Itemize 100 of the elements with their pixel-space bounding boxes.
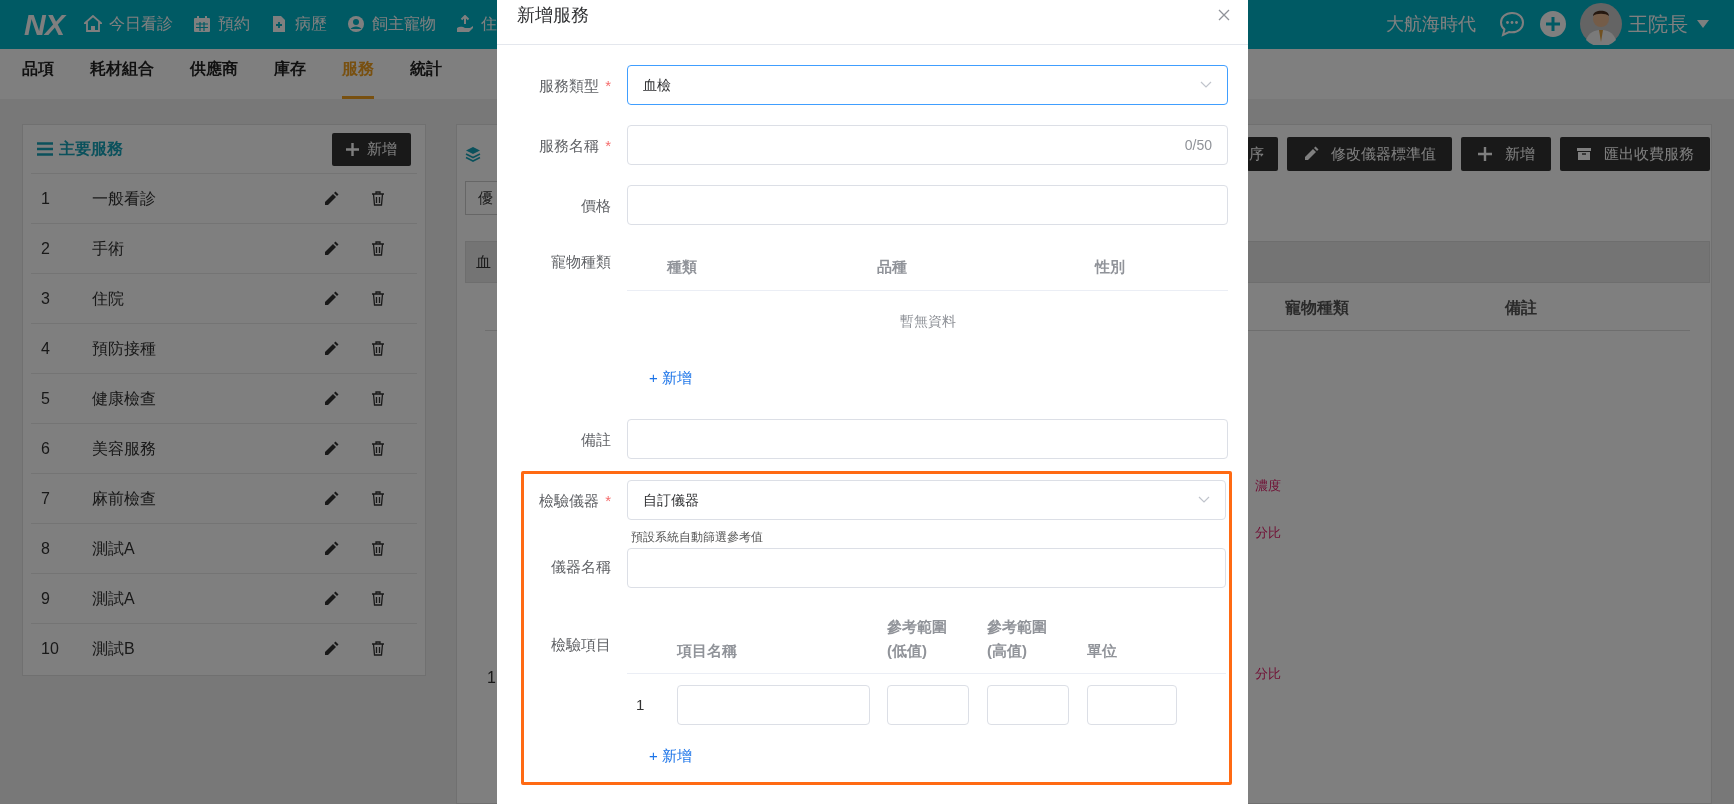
input-field[interactable]	[987, 685, 1069, 725]
service-name[interactable]: 健康檢查	[92, 386, 323, 411]
close-icon[interactable]	[1218, 9, 1230, 21]
hint-text: 預設系統自動篩選參考值	[631, 529, 764, 546]
input-field[interactable]	[1087, 685, 1177, 725]
trash-icon	[371, 241, 385, 256]
tab[interactable]: 耗材組合	[90, 53, 154, 99]
service-name[interactable]: 美容服務	[92, 436, 323, 461]
trash-icon	[371, 441, 385, 456]
row-index: 7	[41, 488, 51, 509]
toolbar-button[interactable]: 序	[1247, 137, 1278, 171]
input-field[interactable]: 0/50	[627, 125, 1228, 165]
input-field[interactable]	[627, 185, 1228, 225]
plus-icon	[1477, 146, 1493, 162]
panel-title: 主要服務	[59, 139, 123, 159]
toolbar-button[interactable]: 修改儀器標準值	[1287, 137, 1452, 171]
trash-icon	[371, 391, 385, 406]
row-index: 8	[41, 538, 51, 559]
pencil-icon	[323, 590, 339, 607]
row-index: 9	[41, 588, 51, 609]
field-label: 備註	[581, 430, 611, 450]
hand-upload-icon	[456, 15, 475, 34]
input-field[interactable]	[677, 685, 870, 725]
calendar-icon	[193, 15, 212, 34]
toolbar-button[interactable]: 匯出收費服務	[1560, 137, 1710, 171]
tab[interactable]: 統計	[410, 53, 442, 99]
trash-icon	[371, 641, 385, 656]
service-name[interactable]: 測試A	[92, 536, 323, 561]
row-index: 6	[41, 438, 51, 459]
pencil-icon	[323, 440, 339, 457]
field-label: 檢驗項目	[551, 635, 611, 655]
table-tab[interactable]: 血	[476, 250, 491, 274]
column-header: 單位	[1087, 641, 1118, 661]
trash-icon	[371, 541, 385, 556]
add-link[interactable]: + 新增	[649, 366, 692, 390]
tab[interactable]: 庫存	[274, 53, 306, 99]
field-label: 寵物種類	[551, 252, 611, 272]
toolbar-button[interactable]: 新增	[1461, 137, 1551, 171]
row-index: 3	[41, 288, 51, 309]
required-mark: *	[605, 491, 611, 511]
pencil-icon	[323, 640, 339, 657]
add-button[interactable]: 新增	[332, 132, 411, 166]
field-label: 檢驗儀器	[539, 491, 600, 511]
trash-icon	[371, 591, 385, 606]
user-circle-icon	[347, 15, 366, 34]
column-header: 參考範圍 (低值)	[887, 617, 948, 661]
tab[interactable]: 供應商	[190, 53, 238, 99]
chevron-down-icon	[1200, 81, 1212, 89]
column-header: 參考範圍 (高值)	[987, 617, 1048, 661]
input-field[interactable]	[627, 548, 1226, 588]
chat-icon[interactable]	[1498, 10, 1526, 39]
service-name[interactable]: 住院	[92, 286, 323, 311]
archive-icon	[1576, 146, 1592, 162]
column-header: 種類	[667, 257, 698, 278]
service-name[interactable]: 一般看診	[92, 186, 323, 211]
field-label: 服務類型	[539, 76, 600, 96]
required-mark: *	[605, 136, 611, 156]
tab[interactable]: 品項	[22, 53, 54, 99]
table-text: 濃度	[1255, 477, 1281, 495]
row-index: 5	[41, 388, 51, 409]
column-header: 項目名稱	[677, 641, 738, 661]
chevron-down-icon	[1198, 496, 1210, 504]
column-header: 寵物種類	[1285, 298, 1350, 318]
service-name[interactable]: 麻前檢查	[92, 486, 323, 511]
char-counter: 0/50	[1184, 135, 1212, 155]
service-name[interactable]: 預防接種	[92, 336, 323, 361]
field-label: 儀器名稱	[551, 557, 611, 577]
caret-icon[interactable]	[1696, 19, 1710, 30]
column-header: 品種	[877, 257, 908, 278]
row-index: 1	[487, 669, 496, 686]
trash-icon	[371, 341, 385, 356]
column-header: 備註	[1505, 298, 1537, 318]
service-name[interactable]: 測試B	[92, 636, 323, 661]
table-text: 分比	[1255, 665, 1281, 683]
home-icon	[84, 15, 103, 34]
required-mark: *	[605, 76, 611, 96]
pencil-icon	[323, 290, 339, 307]
row-index: 2	[41, 238, 51, 259]
select-field[interactable]: 血檢	[627, 65, 1228, 105]
add-link[interactable]: + 新增	[649, 744, 692, 768]
input-field[interactable]	[887, 685, 969, 725]
input-field[interactable]	[627, 419, 1228, 459]
pencil-icon	[323, 190, 339, 207]
select-field[interactable]: 自訂儀器	[627, 480, 1226, 520]
avatar[interactable]	[1580, 3, 1622, 46]
pencil-icon	[323, 390, 339, 407]
modal-title: 新增服務	[517, 3, 589, 27]
service-name[interactable]: 測試A	[92, 586, 323, 611]
row-index: 4	[41, 338, 51, 359]
trash-icon	[371, 491, 385, 506]
pencil-icon	[323, 340, 339, 357]
service-name[interactable]: 手術	[92, 236, 323, 261]
table-text: 分比	[1255, 523, 1281, 542]
pencil-icon	[1303, 146, 1319, 162]
pencil-icon	[323, 540, 339, 557]
trash-icon	[371, 191, 385, 206]
empty-message: 暫無資料	[899, 311, 956, 331]
add-icon[interactable]	[1540, 11, 1566, 38]
plus-icon	[346, 142, 359, 156]
pencil-icon	[323, 490, 339, 507]
